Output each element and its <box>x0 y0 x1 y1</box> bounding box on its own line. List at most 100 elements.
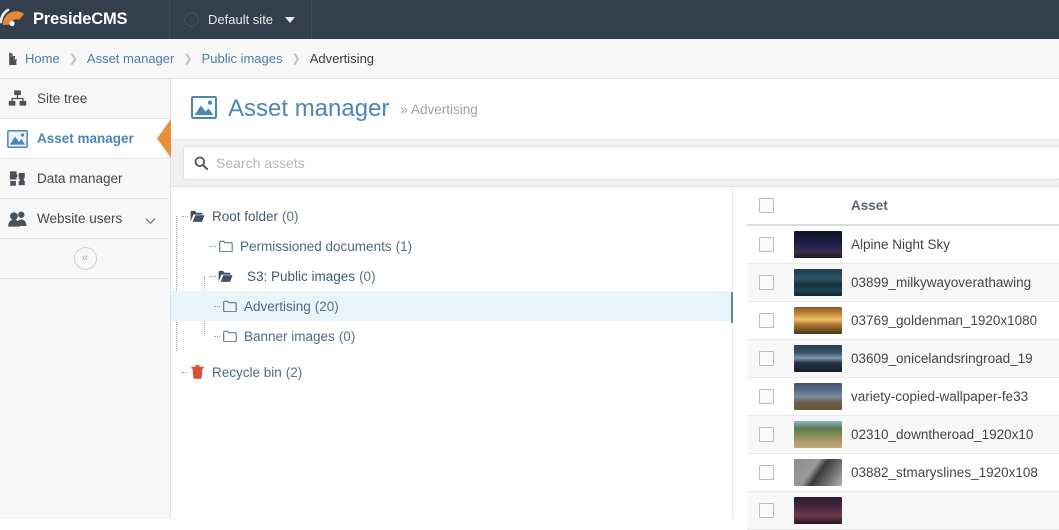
tree-node-count: (20) <box>314 298 339 314</box>
page-subtitle-text: Advertising <box>410 101 478 117</box>
sidebar-collapse-row: « <box>0 239 170 279</box>
ring-road-thumb <box>794 344 842 372</box>
row-checkbox[interactable] <box>759 388 774 404</box>
folder-closed-icon <box>218 239 233 254</box>
website-users-icon <box>7 208 28 229</box>
asset-column-header: Asset <box>851 187 1059 226</box>
row-thumbnail-cell <box>794 415 851 454</box>
row-select-cell <box>747 491 794 530</box>
row-thumbnail-cell <box>794 225 851 264</box>
breadcrumb-separator: ❯ <box>183 53 193 65</box>
asset-name: 03609_onicelandsringroad_19 <box>851 350 1033 366</box>
row-name-cell: Alpine Night Sky <box>851 225 1059 264</box>
sidebar-item-label: Website users <box>37 211 123 226</box>
top-bar-spacer <box>312 0 1059 39</box>
brand-title: PresideCMS <box>33 10 128 29</box>
active-indicator-arrow <box>156 119 171 158</box>
asset-table-header-row: Asset <box>747 187 1059 226</box>
row-name-cell: 03899_milkywayoverathawing <box>851 263 1059 302</box>
row-checkbox[interactable] <box>759 274 774 290</box>
row-select-cell <box>747 377 794 416</box>
sidebar-item-site-tree[interactable]: Site tree <box>0 79 170 119</box>
breadcrumb-item-home[interactable]: Home <box>25 51 60 66</box>
search-input[interactable] <box>216 155 1049 171</box>
row-name-cell: 02310_downtheroad_1920x10 <box>851 415 1059 454</box>
chevron-down-icon[interactable] <box>145 213 156 224</box>
row-checkbox[interactable] <box>759 350 774 366</box>
preside-gauge-icon <box>0 5 30 35</box>
tree-node-s3-public-images[interactable]: S3: Public images (0) <box>181 261 733 291</box>
row-thumbnail-cell <box>794 263 851 302</box>
folder-closed-icon <box>222 329 237 344</box>
table-row[interactable] <box>747 491 1059 530</box>
row-select-cell <box>747 225 794 264</box>
row-checkbox[interactable] <box>759 502 774 518</box>
asset-table: Asset Alpine Night Sky 03899_milkywayove… <box>747 187 1059 530</box>
search-icon <box>194 156 209 171</box>
table-row[interactable]: 03769_goldenman_1920x1080 <box>747 301 1059 340</box>
breadcrumb-separator: ❯ <box>291 53 301 65</box>
asset-table-head: Asset <box>747 187 1059 226</box>
table-row[interactable]: 03882_stmaryslines_1920x108 <box>747 453 1059 492</box>
search-strip <box>171 139 1059 187</box>
picture-icon <box>191 96 217 122</box>
mountains-thumb <box>794 382 842 410</box>
search-box[interactable] <box>183 146 1059 180</box>
sidebar-item-label: Asset manager <box>37 131 134 146</box>
table-row[interactable]: 03609_onicelandsringroad_19 <box>747 339 1059 378</box>
sidebar-filler <box>0 279 170 499</box>
breadcrumb-item-public-images[interactable]: Public images <box>202 51 283 66</box>
tree-node-count: (0) <box>359 268 376 284</box>
country-road-thumb <box>794 420 842 448</box>
row-name-cell: variety-copied-wallpaper-fe33 <box>851 377 1059 416</box>
tree-node-root-folder[interactable]: Root folder (0) <box>181 201 733 231</box>
sidebar: Site tree Asset manager Data manager Web… <box>0 79 171 519</box>
folder-open-icon <box>190 209 205 224</box>
tree-connector <box>182 216 188 217</box>
top-bar: PresideCMS Default site <box>0 0 1059 39</box>
row-thumbnail-cell <box>794 453 851 492</box>
sidebar-collapse-button[interactable]: « <box>73 247 97 270</box>
table-row[interactable]: Alpine Night Sky <box>747 225 1059 264</box>
tree-connector <box>214 306 220 307</box>
row-name-cell: 03882_stmaryslines_1920x108 <box>851 453 1059 492</box>
tree-node-banner-images[interactable]: Banner images (0) <box>181 321 733 351</box>
tree-node-permissioned-documents[interactable]: Permissioned documents (1) <box>181 231 733 261</box>
tree-node-label: S3: Public images <box>247 268 356 284</box>
tree-node-recycle-bin[interactable]: Recycle bin (2) <box>181 357 733 387</box>
select-all-checkbox[interactable] <box>759 198 774 213</box>
site-tree-icon <box>7 88 28 109</box>
asset-name: 03769_goldenman_1920x1080 <box>851 312 1038 328</box>
brand-logo-area[interactable]: PresideCMS <box>0 0 170 39</box>
table-row[interactable]: variety-copied-wallpaper-fe33 <box>747 377 1059 416</box>
breadcrumb: Home ❯ Asset manager ❯ Public images ❯ A… <box>0 39 1059 79</box>
row-select-cell <box>747 263 794 302</box>
row-checkbox[interactable] <box>759 312 774 328</box>
breadcrumb-item-asset-manager[interactable]: Asset manager <box>87 51 174 66</box>
golden-sunset-thumb <box>794 306 842 334</box>
row-checkbox[interactable] <box>759 236 774 252</box>
sidebar-item-asset-manager[interactable]: Asset manager <box>0 119 171 159</box>
folder-tree: Root folder (0) Permissioned documents (… <box>171 201 733 387</box>
page-header: Asset manager » Advertising <box>171 79 1059 139</box>
sidebar-item-data-manager[interactable]: Data manager <box>0 159 170 199</box>
sidebar-item-website-users[interactable]: Website users <box>0 199 170 239</box>
site-selector-label: Default site <box>208 12 274 27</box>
brand-secondary: CMS <box>91 10 128 28</box>
asset-list-panel: Asset Alpine Night Sky 03899_milkywayove… <box>733 187 1059 530</box>
row-name-cell <box>851 491 1059 530</box>
tree-node-label: Banner images <box>244 328 335 344</box>
milky-way-thumb <box>794 268 842 296</box>
chevron-down-icon <box>285 16 296 23</box>
asset-manager-icon <box>7 128 28 149</box>
folder-tree-panel: Root folder (0) Permissioned documents (… <box>171 187 734 519</box>
breadcrumb-separator: ❯ <box>68 53 78 65</box>
row-checkbox[interactable] <box>759 426 774 442</box>
site-selector[interactable]: Default site <box>170 0 313 39</box>
table-row[interactable]: 02310_downtheroad_1920x10 <box>747 415 1059 454</box>
tree-connector <box>214 336 220 337</box>
tree-node-advertising[interactable]: Advertising (20) <box>171 291 733 321</box>
row-thumbnail-cell <box>794 377 851 416</box>
row-checkbox[interactable] <box>759 464 774 480</box>
table-row[interactable]: 03899_milkywayoverathawing <box>747 263 1059 302</box>
